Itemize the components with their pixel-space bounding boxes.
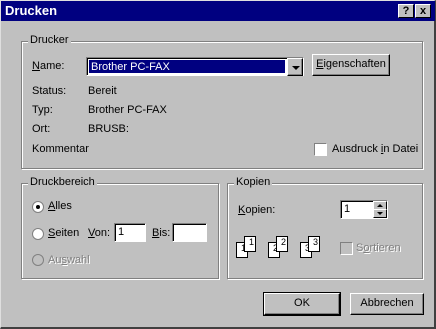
page-icon: 2 xyxy=(276,236,288,252)
range-selection-radio[interactable] xyxy=(32,254,44,266)
title-bar: Drucken ? x xyxy=(1,1,435,21)
help-button[interactable]: ? xyxy=(398,4,414,18)
printer-name-value: Brother PC-FAX xyxy=(89,60,285,73)
range-all-radio[interactable] xyxy=(32,201,44,213)
comment-label: Kommentar xyxy=(32,143,89,155)
print-to-file-label: Ausdruck in Datei xyxy=(332,143,419,155)
collate-label: Sortieren xyxy=(356,242,401,254)
location-label: Ort: xyxy=(32,123,51,135)
from-label: Von: xyxy=(88,227,111,239)
type-label: Typ: xyxy=(32,104,53,116)
printer-group: Drucker Name: Brother PC-FAX Eigenschaft… xyxy=(21,34,423,169)
close-icon: x xyxy=(419,5,427,17)
close-button[interactable]: x xyxy=(415,4,431,18)
chevron-down-icon xyxy=(292,66,300,70)
from-value: 1 xyxy=(118,226,125,238)
to-label: Bis: xyxy=(152,227,171,239)
ok-button-label: OK xyxy=(294,297,310,309)
properties-button-label: Eigenschaften xyxy=(316,58,386,70)
dropdown-button[interactable] xyxy=(287,58,303,76)
arrow-up-icon xyxy=(377,204,383,207)
page-icon: 3 xyxy=(308,236,320,252)
copies-spinner[interactable]: 1 xyxy=(340,200,388,219)
range-selection-label: Auswahl xyxy=(48,254,90,266)
printer-group-label: Drucker xyxy=(28,34,71,46)
help-icon: ? xyxy=(402,5,410,17)
print-range-group: Druckbereich Alles Seiten Von: 1 Bis: Au… xyxy=(21,176,219,279)
copies-group-label: Kopien xyxy=(234,176,273,188)
range-pages-radio[interactable] xyxy=(32,228,44,240)
ok-button[interactable]: OK xyxy=(263,292,341,316)
range-all-label: Alles xyxy=(48,200,72,212)
location-value: BRUSB: xyxy=(88,123,129,135)
printer-name-label: Name: xyxy=(32,60,65,72)
range-pages-label: Seiten xyxy=(48,227,80,239)
copies-value: 1 xyxy=(344,203,351,215)
to-input[interactable] xyxy=(172,223,207,242)
dialog-title: Drucken xyxy=(5,3,58,18)
print-dialog: Drucken ? x Drucker Name: Brother PC-FAX… xyxy=(0,0,436,329)
arrow-down-icon xyxy=(377,212,383,215)
status-label: Status: xyxy=(32,85,67,97)
print-to-file-checkbox[interactable] xyxy=(314,143,327,156)
properties-button[interactable]: Eigenschaften xyxy=(312,54,390,76)
copies-label: Kopien: xyxy=(238,204,276,216)
printer-name-select[interactable]: Brother PC-FAX xyxy=(86,57,304,76)
collate-checkbox[interactable] xyxy=(340,242,353,255)
cancel-button[interactable]: Abbrechen xyxy=(350,293,424,315)
type-value: Brother PC-FAX xyxy=(88,104,167,116)
status-value: Bereit xyxy=(88,85,117,97)
print-range-group-label: Druckbereich xyxy=(28,176,97,188)
spin-down-button[interactable] xyxy=(373,209,387,218)
collate-illustration: 1 1 2 2 3 3 xyxy=(236,232,326,264)
from-input[interactable]: 1 xyxy=(114,223,146,242)
cancel-button-label: Abbrechen xyxy=(360,297,414,309)
copies-group: Kopien Kopien: 1 1 1 2 2 3 3 Sortieren xyxy=(227,176,423,279)
page-icon: 1 xyxy=(244,236,256,252)
